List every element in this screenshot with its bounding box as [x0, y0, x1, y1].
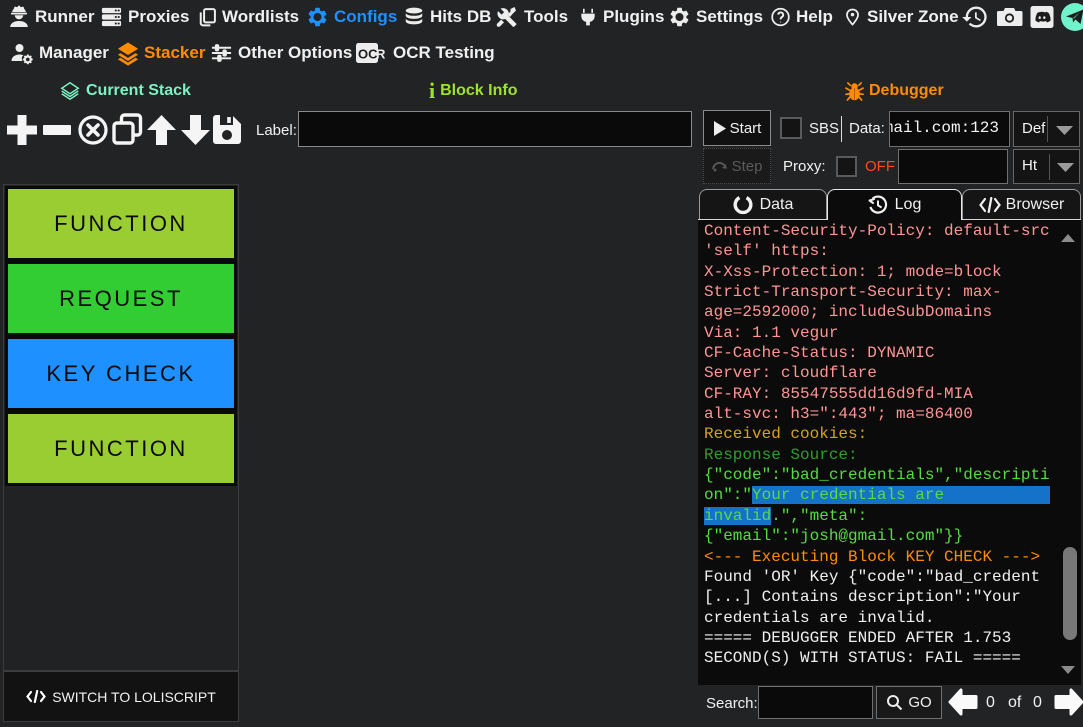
- svg-text:R: R: [376, 47, 385, 62]
